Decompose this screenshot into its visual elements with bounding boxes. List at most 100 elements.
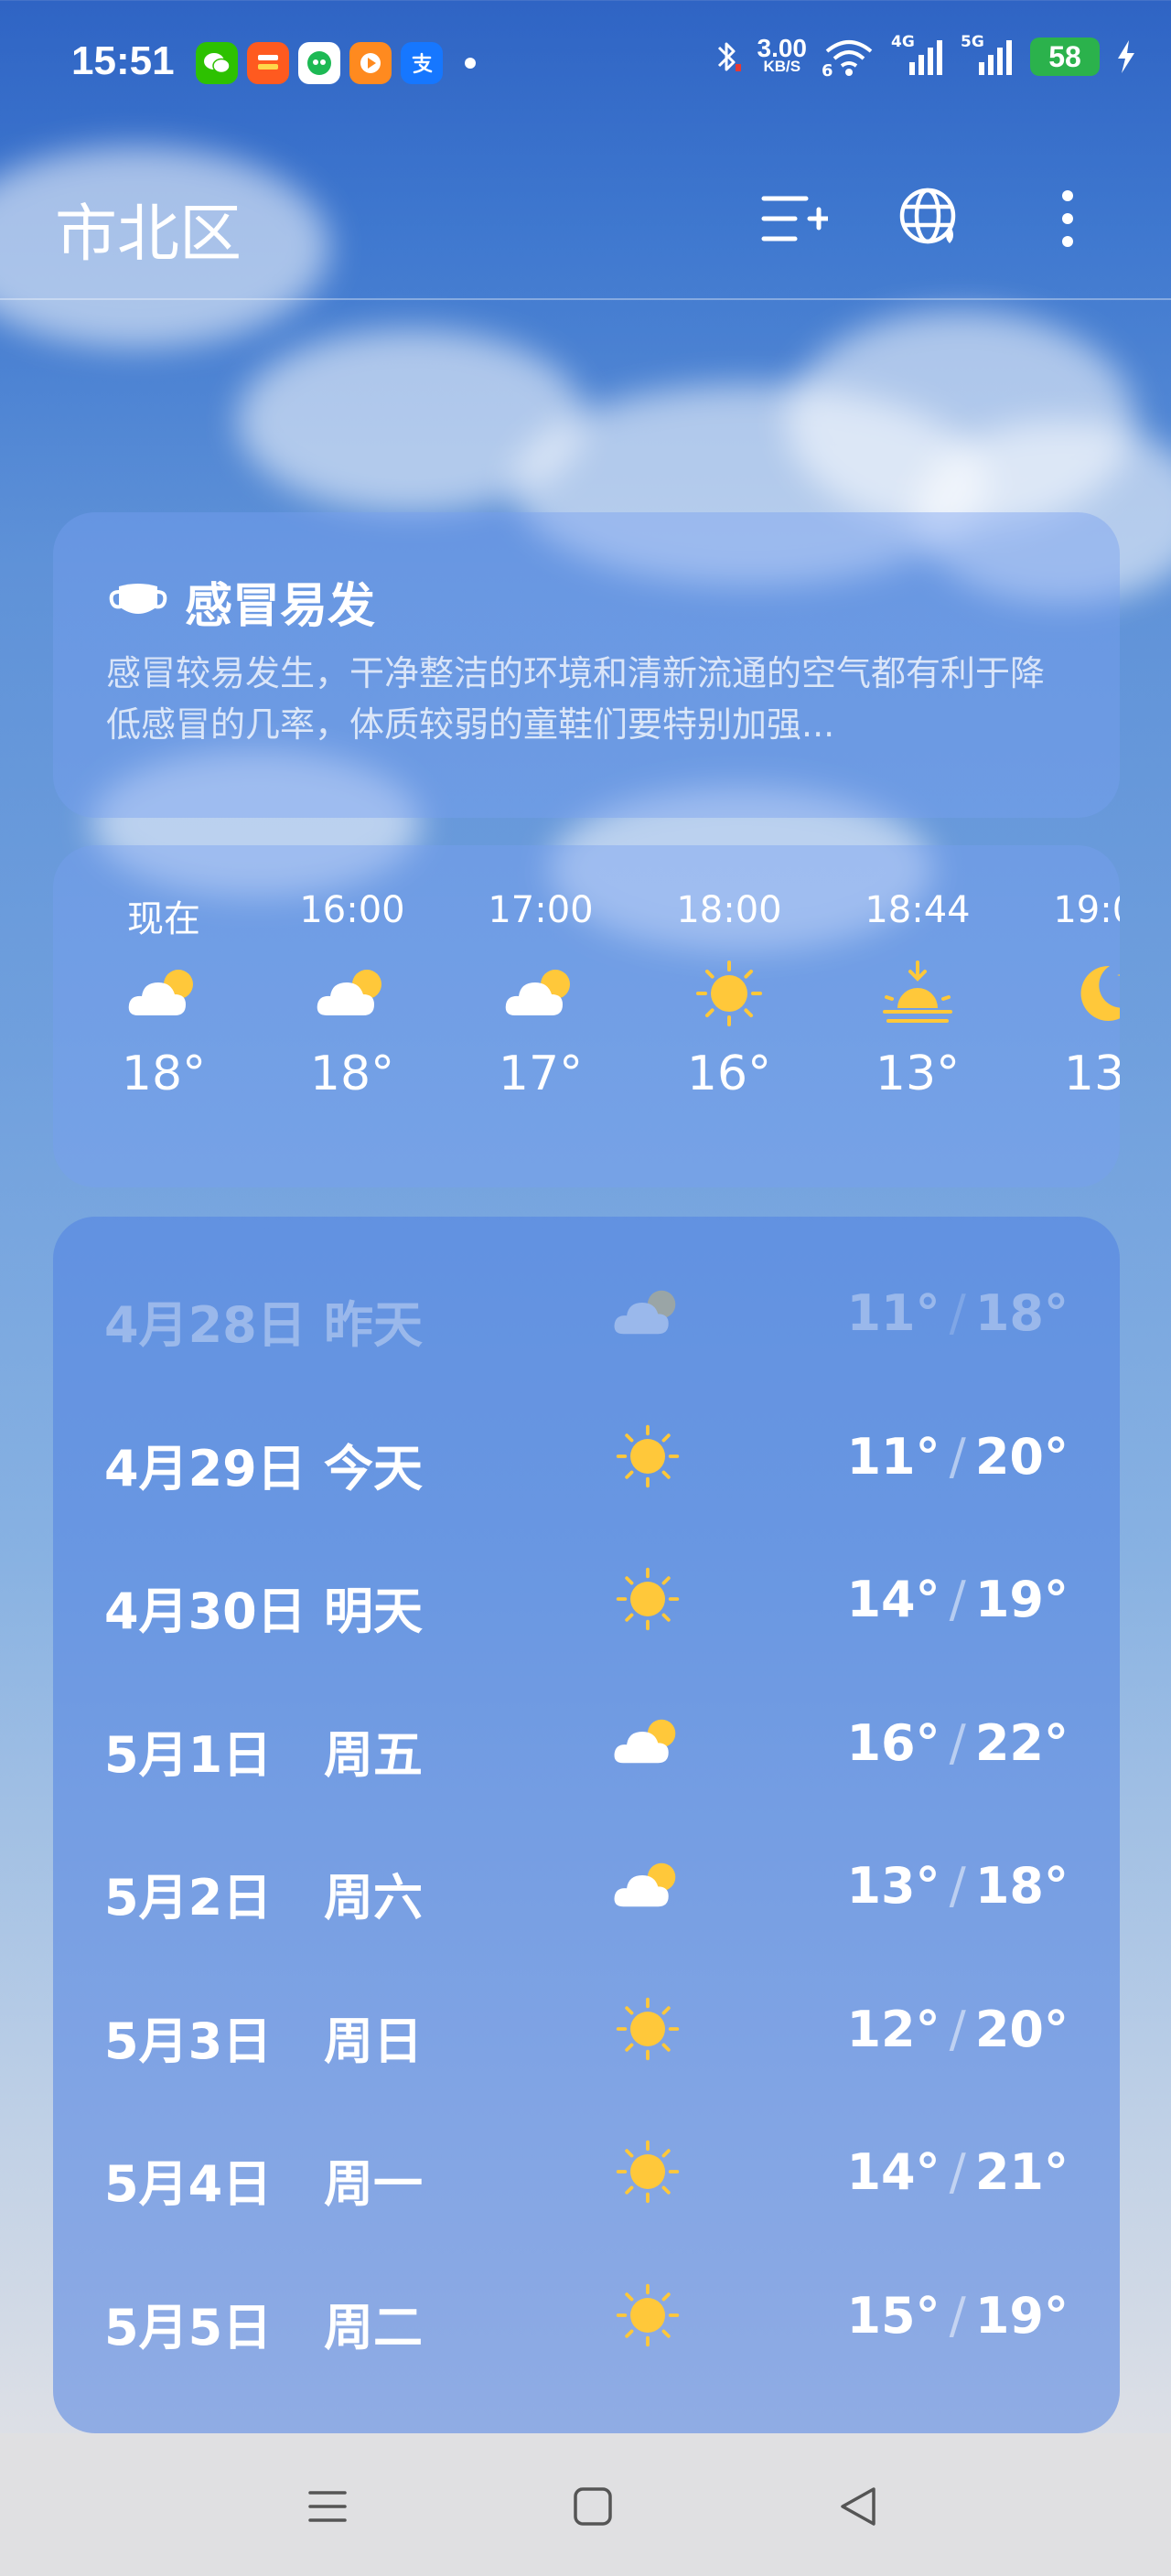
status-right: 3.00 KB/S 6 4G 5G 58 xyxy=(712,33,1139,80)
daily-high: 19° xyxy=(974,1571,1069,1628)
more-icon xyxy=(1062,190,1073,247)
daily-row[interactable]: 4月29日 今天 11°/20° xyxy=(53,1388,1120,1525)
daily-row[interactable]: 5月1日 周五 16°/22° xyxy=(53,1674,1120,1811)
hourly-time: 18:00 xyxy=(676,889,782,931)
hourly-item: 19:00 13° xyxy=(1028,889,1120,1101)
daily-date: 5月1日 xyxy=(104,1725,273,1784)
tip-body: 感冒较易发生，干净整洁的环境和清新流通的空气都有利于降低感冒的几率，体质较弱的童… xyxy=(106,653,1046,745)
daily-weekday: 今天 xyxy=(324,1439,423,1497)
tip-title-row: 感冒易发 xyxy=(106,567,375,636)
partly-cloudy-icon xyxy=(602,1272,693,1354)
daily-date: 4月29日 xyxy=(104,1439,306,1497)
network-speed: 3.00 KB/S xyxy=(757,36,808,75)
hourly-time: 16:00 xyxy=(299,889,405,931)
back-icon xyxy=(841,2487,876,2526)
daily-forecast-card[interactable]: 4月28日 昨天 11°/18° 4月29日 今天 11°/20° 4月30日 明天 14°/1… xyxy=(53,1217,1120,2433)
hourly-temp: 13° xyxy=(1063,1046,1120,1101)
app-header: 市北区 xyxy=(0,156,1171,300)
tip-title: 感冒易发 xyxy=(185,579,376,634)
daily-date: 5月3日 xyxy=(104,2012,273,2070)
daily-weekday: 周一 xyxy=(324,2155,423,2213)
daily-row[interactable]: 4月28日 昨天 11°/18° xyxy=(53,1244,1120,1381)
signal-4g-label: 4G xyxy=(891,33,915,51)
hourly-time: 现在 xyxy=(127,898,200,940)
health-tip-card[interactable]: 感冒易发 感冒较易发生，干净整洁的环境和清新流通的空气都有利于降低感冒的几率，体… xyxy=(53,512,1120,818)
back-button[interactable] xyxy=(822,2470,895,2543)
hourly-temp: 17° xyxy=(498,1046,584,1101)
home-button[interactable] xyxy=(556,2470,629,2543)
daily-low: 16° xyxy=(846,1713,940,1772)
daily-temp-range: 13°/18° xyxy=(846,1857,1069,1915)
range-separator: / xyxy=(949,1427,966,1486)
sunny-icon xyxy=(602,1415,693,1497)
sunny-icon xyxy=(602,2131,693,2213)
hourly-temp: 18° xyxy=(121,1046,207,1101)
status-bar: 15:51 3.00 KB/S 6 4G 5G 58 xyxy=(0,0,1171,128)
daily-row[interactable]: 5月5日 周二 15°/19° xyxy=(53,2247,1120,2384)
hourly-item: 18:44 13° xyxy=(840,889,995,1101)
alipay-icon xyxy=(401,42,443,84)
city-title[interactable]: 市北区 xyxy=(55,183,242,274)
daily-weekday: 周六 xyxy=(324,1869,423,1927)
daily-date: 4月30日 xyxy=(104,1583,306,1640)
hourly-temp: 18° xyxy=(309,1046,395,1101)
menu-button[interactable] xyxy=(291,2470,364,2543)
daily-temp-range: 12°/20° xyxy=(846,2001,1069,2058)
taobao-flash-icon xyxy=(247,42,289,84)
daily-high: 21° xyxy=(974,2143,1069,2201)
wifi-icon: 6 xyxy=(822,37,876,80)
daily-temp-range: 14°/21° xyxy=(846,2143,1069,2201)
charging-icon xyxy=(1118,40,1134,73)
range-separator: / xyxy=(949,1571,966,1628)
sunny-icon xyxy=(651,940,807,1046)
partly-cloudy-icon xyxy=(274,940,430,1046)
status-time: 15:51 xyxy=(71,38,175,83)
daily-weekday: 周二 xyxy=(324,2298,423,2356)
range-separator: / xyxy=(949,2286,966,2345)
daily-temp-range: 15°/19° xyxy=(846,2287,1069,2345)
daily-low: 14° xyxy=(846,1571,940,1628)
daily-low: 14° xyxy=(846,2143,940,2201)
daily-date: 4月28日 xyxy=(104,1296,306,1354)
range-separator: / xyxy=(949,2143,966,2201)
daily-low: 15° xyxy=(846,2286,940,2345)
system-nav-bar xyxy=(0,2433,1171,2576)
sunny-icon xyxy=(602,1988,693,2070)
daily-weekday: 明天 xyxy=(324,1583,423,1640)
battery-indicator: 58 xyxy=(1030,38,1100,76)
sunny-icon xyxy=(602,2274,693,2356)
city-list-icon xyxy=(761,196,828,242)
hourly-temp: 13° xyxy=(875,1046,961,1101)
signal-5g-label: 5G xyxy=(961,33,984,51)
daily-date: 5月5日 xyxy=(104,2298,273,2356)
daily-row[interactable]: 5月2日 周六 13°/18° xyxy=(53,1817,1120,1954)
daily-low: 11° xyxy=(846,1284,940,1342)
daily-temp-range: 11°/18° xyxy=(846,1284,1069,1342)
hourly-time: 17:00 xyxy=(488,889,594,931)
daily-temp-range: 14°/19° xyxy=(846,1571,1069,1628)
chat-app-icon xyxy=(298,42,340,84)
hourly-forecast-card[interactable]: 现在 18° 16:00 18° 17:00 17° 18:00 16° 18:44 13° 19:… xyxy=(53,845,1120,1187)
daily-low: 12° xyxy=(846,2000,940,2058)
daily-high: 18° xyxy=(974,1857,1069,1915)
daily-high: 18° xyxy=(974,1284,1069,1342)
daily-high: 19° xyxy=(974,2286,1069,2345)
daily-row[interactable]: 5月4日 周一 14°/21° xyxy=(53,2103,1120,2240)
daily-row[interactable]: 5月3日 周日 12°/20° xyxy=(53,1960,1120,2098)
video-app-icon xyxy=(349,42,392,84)
battery-level: 58 xyxy=(1048,39,1081,73)
notification-icons xyxy=(196,42,476,84)
daily-low: 11° xyxy=(846,1427,940,1486)
more-button[interactable] xyxy=(1026,177,1109,260)
city-list-button[interactable] xyxy=(752,177,834,260)
more-notifications-dot xyxy=(465,58,476,69)
hourly-time: 18:44 xyxy=(865,889,971,931)
hourly-item: 18:00 16° xyxy=(651,889,807,1101)
wechat-icon xyxy=(196,42,238,84)
daily-row[interactable]: 4月30日 明天 14°/19° xyxy=(53,1530,1120,1668)
signal-4g-icon: 4G xyxy=(891,33,946,77)
globe-button[interactable] xyxy=(889,177,972,260)
hourly-item: 现在 18° xyxy=(86,889,242,1101)
daily-high: 20° xyxy=(974,2000,1069,2058)
moon-icon xyxy=(1028,940,1120,1046)
